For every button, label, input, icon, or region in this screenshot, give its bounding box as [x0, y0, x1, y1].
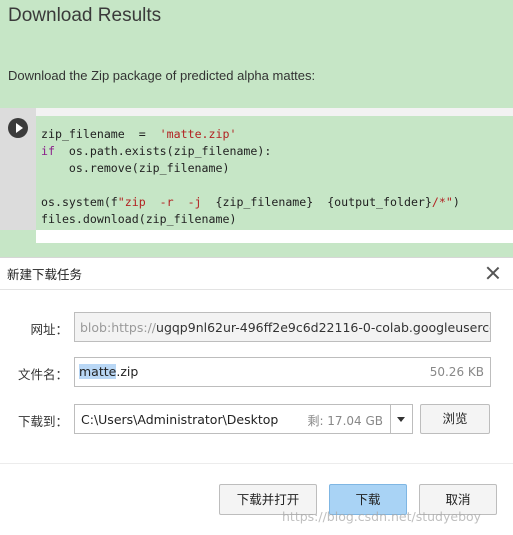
free-space: 剩: 17.04 GB — [307, 414, 383, 428]
code-token: os.path.exists(zip_filename): — [54, 144, 272, 158]
dialog-title: 新建下载任务 — [7, 267, 83, 282]
code-cell[interactable]: zip_filename = 'matte.zip' if os.path.exi… — [0, 108, 513, 257]
code-token: 'matte.zip' — [159, 127, 237, 141]
file-size: 50.26 KB — [429, 365, 484, 379]
code-token: files.download(zip_filename) — [41, 212, 237, 226]
divider — [0, 463, 513, 464]
section-heading: Download Results — [8, 5, 162, 26]
code-line: os.system(f"zip -r -j {zip_filename} {ou… — [41, 194, 460, 211]
close-icon[interactable] — [482, 262, 504, 284]
url-label: 网址： — [30, 322, 68, 337]
code-text: zip_filename = 'matte.zip' if os.path.exi… — [41, 126, 460, 228]
code-token: os.remove(zip_filename) — [41, 161, 230, 175]
code-line: files.download(zip_filename) — [41, 211, 460, 228]
cell-gutter — [0, 108, 36, 230]
code-line: if os.path.exists(zip_filename): — [41, 143, 460, 160]
code-line: os.remove(zip_filename) — [41, 160, 460, 177]
run-cell-icon[interactable] — [8, 118, 28, 138]
filename-selected-text: matte — [79, 364, 117, 379]
save-path-label: 下载到： — [17, 414, 68, 429]
download-dialog: 新建下载任务 网址： blob:https://ugqp9nl62ur-496f… — [0, 257, 513, 535]
cell-toolbar-strip — [36, 108, 513, 116]
browse-button[interactable]: 浏览 — [420, 404, 490, 434]
save-path-value: C:\Users\Administrator\Desktop — [81, 412, 279, 427]
code-token: /*" — [431, 195, 453, 209]
code-line: zip_filename = 'matte.zip' — [41, 126, 460, 143]
divider — [0, 289, 513, 290]
code-token: zip_filename = — [41, 127, 160, 141]
code-token: if — [41, 144, 55, 158]
url-path: ugqp9nl62ur-496ff2e9c6d22116-0-colab.goo… — [156, 320, 491, 335]
notebook-area: Download Results Download the Zip packag… — [0, 0, 513, 257]
cell-output-area — [36, 230, 513, 243]
code-editor[interactable]: zip_filename = 'matte.zip' if os.path.exi… — [36, 116, 513, 230]
section-description: Download the Zip package of predicted al… — [8, 68, 316, 83]
filename-input[interactable]: matte.zip 50.26 KB — [74, 357, 491, 387]
code-token: {zip_filename} {output_folder} — [215, 195, 432, 209]
code-token: ) — [452, 195, 460, 209]
filename-extension: .zip — [116, 364, 139, 379]
watermark-text: https://blog.csdn.net/studyeboy — [282, 509, 482, 524]
url-field[interactable]: blob:https://ugqp9nl62ur-496ff2e9c6d2211… — [74, 312, 491, 342]
code-token: os.system(f — [41, 195, 118, 209]
path-dropdown-icon[interactable] — [390, 404, 413, 434]
url-scheme: blob:https:// — [80, 320, 157, 335]
code-token: "zip -r -j — [117, 195, 216, 209]
filename-label: 文件名： — [17, 367, 68, 382]
save-path-input[interactable]: C:\Users\Administrator\Desktop 剩: 17.04 … — [74, 404, 391, 434]
